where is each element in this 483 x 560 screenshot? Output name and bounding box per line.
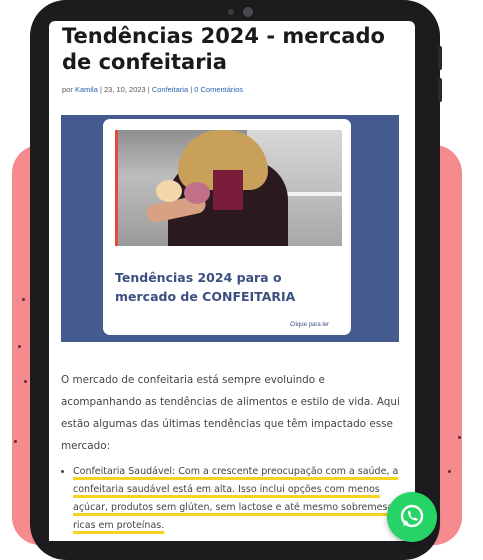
decor-speck bbox=[18, 345, 21, 348]
hero-photo bbox=[115, 130, 342, 246]
article-meta: por Kamila | 23, 10, 2023 | Confeitaria … bbox=[62, 85, 243, 94]
decor-speck bbox=[448, 470, 451, 473]
article-intro: O mercado de confeitaria está sempre evo… bbox=[61, 374, 400, 452]
trend-list: Confeitaria Saudável: Com a crescente pr… bbox=[61, 463, 403, 535]
whatsapp-icon bbox=[400, 504, 424, 528]
tablet-side-button bbox=[438, 46, 442, 70]
category-link[interactable]: Confeitaria bbox=[152, 85, 188, 94]
meta-prefix: por bbox=[62, 85, 75, 94]
whatsapp-button[interactable] bbox=[387, 492, 437, 542]
list-item: Confeitaria Saudável: Com a crescente pr… bbox=[73, 463, 403, 535]
hero-card[interactable]: Tendências 2024 para o mercado de CONFEI… bbox=[103, 119, 351, 335]
photo-shirt bbox=[213, 170, 243, 210]
camera-icon bbox=[243, 7, 253, 17]
article-title: Tendências 2024 - mercado de confeitaria bbox=[62, 24, 385, 74]
publish-date: 23, 10, 2023 bbox=[104, 85, 146, 94]
hero-banner: Tendências 2024 para o mercado de CONFEI… bbox=[61, 115, 399, 342]
tablet-screen: Tendências 2024 - mercado de confeitaria… bbox=[49, 21, 415, 541]
comments-link[interactable]: 0 Comentários bbox=[194, 85, 243, 94]
decor-speck bbox=[458, 436, 461, 439]
hero-card-title: Tendências 2024 para o mercado de CONFEI… bbox=[115, 270, 296, 304]
decor-speck bbox=[14, 440, 17, 443]
read-more-link[interactable]: Clique para ler bbox=[290, 322, 329, 328]
cupcake-image bbox=[156, 180, 182, 202]
decor-speck bbox=[24, 380, 27, 383]
tablet-side-button bbox=[438, 78, 442, 102]
highlighted-text: Confeitaria Saudável: Com a crescente pr… bbox=[73, 466, 399, 531]
author-link[interactable]: Kamila bbox=[75, 85, 98, 94]
camera-sensor bbox=[228, 9, 234, 15]
decor-speck bbox=[22, 298, 25, 301]
cupcake-image bbox=[184, 182, 210, 204]
